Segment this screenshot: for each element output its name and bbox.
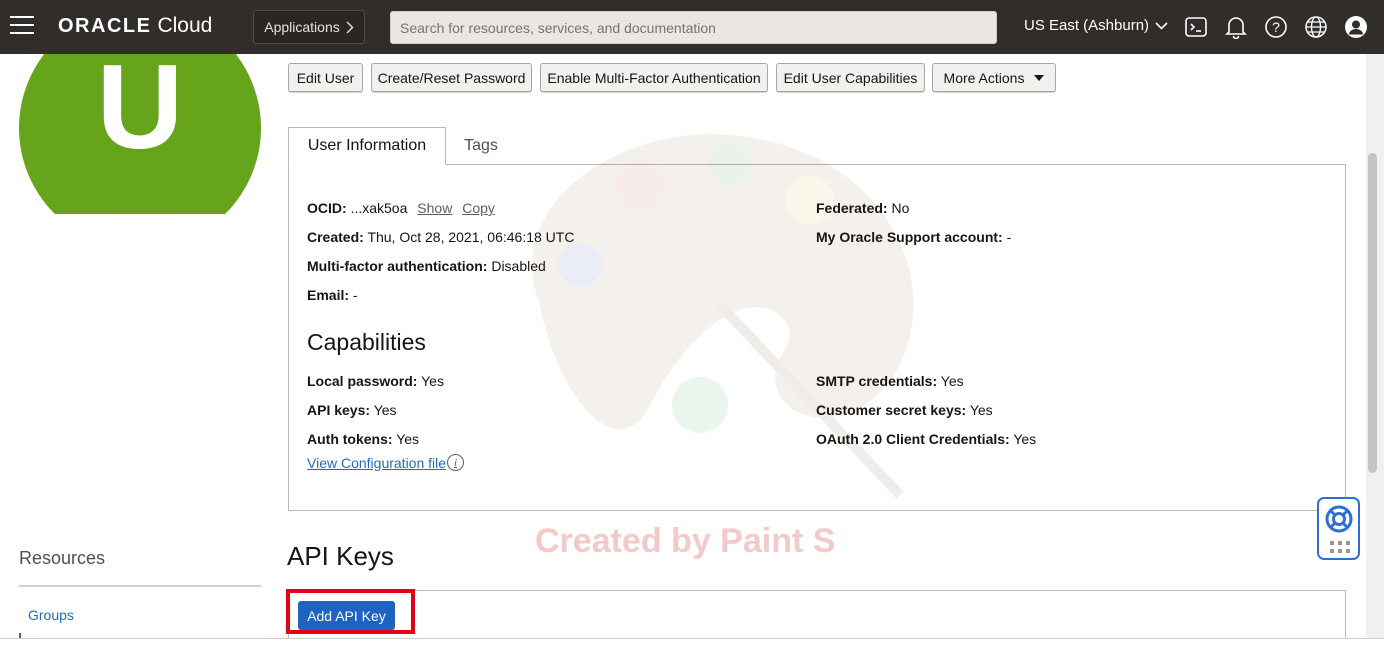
oauth-credentials-label: OAuth 2.0 Client Credentials: (816, 431, 1010, 447)
lifebuoy-icon (1325, 505, 1353, 533)
region-selector[interactable]: US East (Ashburn) (1024, 17, 1168, 34)
watermark-text: Created by Paint S (535, 522, 836, 560)
avatar: U (19, 54, 261, 214)
email-value: - (352, 287, 358, 303)
logo-product: Cloud (157, 14, 213, 37)
federated-label: Federated: (816, 200, 888, 216)
support-account-field: My Oracle Support account: - (816, 229, 1011, 245)
tab-user-information[interactable]: User Information (288, 127, 446, 165)
more-actions-button[interactable]: More Actions (932, 63, 1056, 92)
enable-mfa-button[interactable]: Enable Multi-Factor Authentication (540, 63, 768, 92)
user-icon[interactable] (1343, 14, 1369, 40)
avatar-letter: U (96, 54, 184, 174)
logo-brand: ORACLE (58, 15, 152, 37)
local-password-field: Local password: Yes (307, 373, 444, 389)
oracle-cloud-logo[interactable]: ORACLE Cloud (58, 14, 212, 38)
top-navigation-bar: ORACLE Cloud Applications US East (Ashbu… (0, 0, 1384, 54)
local-password-value: Yes (421, 373, 444, 389)
resources-title: Resources (19, 548, 106, 568)
edit-capabilities-button[interactable]: Edit User Capabilities (776, 63, 925, 92)
mfa-value: Disabled (491, 258, 546, 274)
auth-tokens-label: Auth tokens: (307, 431, 393, 447)
local-password-label: Local password: (307, 373, 418, 389)
reset-password-button[interactable]: Create/Reset Password (371, 63, 532, 92)
help-widget-button[interactable] (1317, 497, 1360, 560)
ocid-value: ...xak5oa (350, 200, 408, 216)
caret-down-icon (1034, 74, 1045, 81)
help-icon[interactable]: ? (1263, 14, 1289, 40)
edit-user-button[interactable]: Edit User (288, 63, 363, 92)
auth-tokens-value: Yes (396, 431, 420, 447)
scrollbar-thumb[interactable] (1368, 153, 1377, 473)
customer-secret-keys-field: Customer secret keys: Yes (816, 402, 993, 418)
mfa-field: Multi-factor authentication: Disabled (307, 258, 546, 274)
bottom-edge (0, 638, 1384, 647)
avatar-container: U (0, 54, 280, 214)
api-keys-capability-field: API keys: Yes (307, 402, 397, 418)
federated-field: Federated: No (816, 200, 909, 216)
customer-secret-keys-value: Yes (969, 402, 993, 418)
email-field: Email: - (307, 287, 358, 303)
add-api-key-button[interactable]: Add API Key (298, 601, 395, 630)
copy-ocid-link[interactable]: Copy (462, 200, 495, 216)
view-configuration-file-label: View Configuration file (307, 454, 447, 471)
ocid-label: OCID: (307, 200, 347, 216)
email-label: Email: (307, 287, 350, 303)
api-keys-title: API Keys (287, 541, 394, 571)
support-account-value: - (1006, 229, 1012, 245)
show-ocid-link[interactable]: Show (417, 200, 452, 216)
applications-button[interactable]: Applications (253, 10, 365, 44)
region-label: US East (Ashburn) (1024, 17, 1150, 34)
bell-icon[interactable] (1223, 14, 1249, 40)
capabilities-title: Capabilities (307, 329, 426, 355)
chevron-down-icon (1155, 21, 1168, 30)
support-account-label: My Oracle Support account: (816, 229, 1003, 245)
cloud-shell-icon[interactable] (1183, 14, 1209, 40)
smtp-credentials-label: SMTP credentials: (816, 373, 938, 389)
chevron-right-icon (346, 21, 354, 33)
oauth-credentials-field: OAuth 2.0 Client Credentials: Yes (816, 431, 1036, 447)
more-actions-label: More Actions (943, 69, 1025, 86)
view-configuration-file-link[interactable]: View Configuration file i (307, 454, 465, 471)
mfa-label: Multi-factor authentication: (307, 258, 488, 274)
smtp-credentials-value: Yes (940, 373, 964, 389)
resources-item-groups[interactable]: Groups (28, 607, 74, 623)
api-keys-capability-value: Yes (373, 402, 397, 418)
svg-text:?: ? (1272, 19, 1280, 35)
ocid-field: OCID: ...xak5oa Show Copy (307, 200, 495, 216)
oauth-credentials-value: Yes (1013, 431, 1037, 447)
menu-icon[interactable] (10, 16, 34, 36)
resources-divider (19, 585, 261, 587)
status-badge: ACTIVE (117, 201, 168, 217)
auth-tokens-field: Auth tokens: Yes (307, 431, 419, 447)
applications-label: Applications (264, 19, 340, 35)
grip-dots-icon (1330, 541, 1350, 553)
federated-value: No (891, 200, 910, 216)
globe-icon[interactable] (1303, 14, 1329, 40)
search-input[interactable] (390, 11, 997, 44)
smtp-credentials-field: SMTP credentials: Yes (816, 373, 964, 389)
api-keys-capability-label: API keys: (307, 402, 371, 418)
info-icon[interactable]: i (447, 454, 465, 471)
created-value: Thu, Oct 28, 2021, 06:46:18 UTC (367, 229, 575, 245)
created-field: Created: Thu, Oct 28, 2021, 06:46:18 UTC (307, 229, 574, 245)
customer-secret-keys-label: Customer secret keys: (816, 402, 967, 418)
created-label: Created: (307, 229, 364, 245)
